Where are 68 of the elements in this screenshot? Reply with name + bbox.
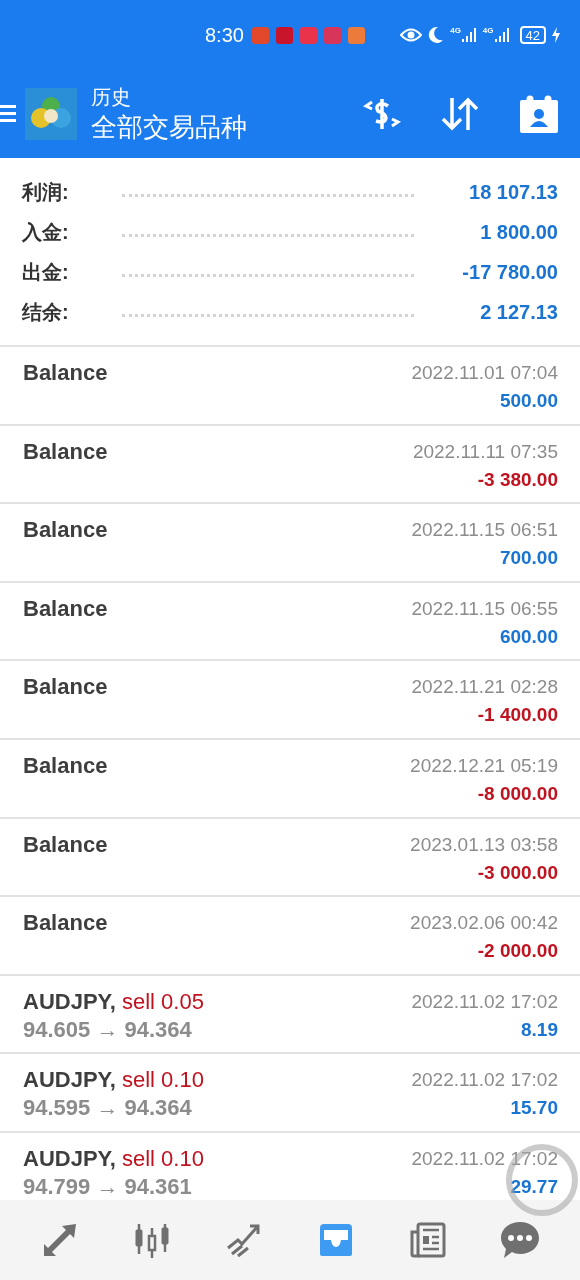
operation-amount: 600.00 — [499, 624, 558, 649]
operation-time: 2023.02.06 00:42 — [410, 911, 558, 936]
summary-label: 利润: — [22, 180, 70, 205]
operation-amount: -3 380.00 — [477, 467, 558, 492]
trade-prices: 94.605 → 94.364 — [23, 1015, 193, 1044]
summary-value: 1 800.00 — [479, 220, 558, 245]
operation-type: Balance — [23, 751, 108, 780]
trade-prices: 94.595 → 94.364 — [23, 1094, 193, 1123]
trade-symbol: AUDJPY, — [23, 1144, 116, 1173]
summary-label: 出金: — [22, 260, 70, 285]
operation-time: 2022.11.02 17:02 — [411, 1068, 558, 1093]
operation-amount: -3 000.00 — [477, 860, 558, 885]
operation-amount: -1 400.00 — [477, 703, 558, 728]
operation-time: 2022.12.21 05:19 — [410, 753, 558, 778]
operation-time: 2022.11.11 07:35 — [412, 439, 558, 464]
operation-time: 2022.11.01 07:04 — [411, 361, 558, 385]
screen-subtitle: 历史 — [91, 85, 132, 110]
trade-prices: 94.799 → 94.361 — [23, 1172, 193, 1200]
notification-icon — [347, 26, 365, 44]
summary-value: -17 780.00 — [461, 260, 558, 285]
operation-type: Balance — [23, 516, 108, 545]
signal-icon — [493, 27, 510, 43]
operation-time: 2022.11.02 17:02 — [411, 1146, 558, 1171]
menu-icon[interactable] — [0, 103, 16, 125]
trade-direction: sell 0.05 — [121, 987, 204, 1016]
operation-time: 2023.01.13 03:58 — [410, 832, 558, 857]
eye-icon — [400, 28, 423, 42]
operation-type: Balance — [23, 830, 108, 859]
notification-icon — [323, 26, 341, 44]
network-type: 4G — [450, 27, 461, 35]
operation-type: Balance — [23, 594, 108, 623]
operation-type: Balance — [23, 909, 108, 938]
operation-amount: 700.00 — [499, 546, 558, 571]
operation-type: Balance — [23, 359, 108, 387]
app-logo[interactable] — [25, 88, 77, 140]
sort-icon[interactable] — [440, 96, 480, 132]
operation-type: Balance — [23, 673, 108, 702]
notification-icon — [251, 26, 269, 44]
trade-symbol: AUDJPY, — [23, 987, 116, 1016]
notification-icon — [299, 26, 317, 44]
summary-label: 入金: — [22, 220, 70, 245]
operation-amount: 500.00 — [499, 389, 558, 413]
summary-label: 结余: — [22, 300, 70, 325]
status-time: 8:30 — [205, 23, 244, 48]
notification-icon — [275, 26, 293, 44]
floating-button[interactable] — [506, 1144, 578, 1216]
operation-amount: 8.19 — [521, 1017, 558, 1042]
summary-value: 2 127.13 — [479, 300, 558, 325]
operation-time: 2022.11.15 06:55 — [411, 596, 558, 621]
calendar-person-icon[interactable] — [520, 95, 558, 133]
network-type: 4G — [482, 27, 494, 35]
operation-time: 2022.11.15 06:51 — [411, 518, 558, 543]
trade-direction: sell 0.10 — [121, 1144, 204, 1173]
operation-type: Balance — [23, 437, 108, 466]
screen-title[interactable]: 全部交易品种 — [91, 110, 247, 144]
trade-symbol: AUDJPY, — [23, 1066, 116, 1095]
operation-time: 2022.11.21 02:28 — [411, 675, 558, 700]
operation-amount: -8 000.00 — [477, 781, 558, 806]
operation-amount: 15.70 — [510, 1096, 558, 1121]
signal-icon — [460, 27, 477, 43]
trade-direction: sell 0.10 — [121, 1066, 204, 1095]
operation-amount: -2 000.00 — [477, 939, 558, 964]
battery-indicator: 42 — [519, 26, 546, 44]
operation-time: 2022.11.02 17:02 — [411, 989, 558, 1014]
operation-amount: 29.77 — [510, 1174, 558, 1199]
charging-icon — [552, 27, 560, 43]
summary-value: 18 107.13 — [468, 180, 558, 205]
moon-icon — [428, 26, 445, 44]
